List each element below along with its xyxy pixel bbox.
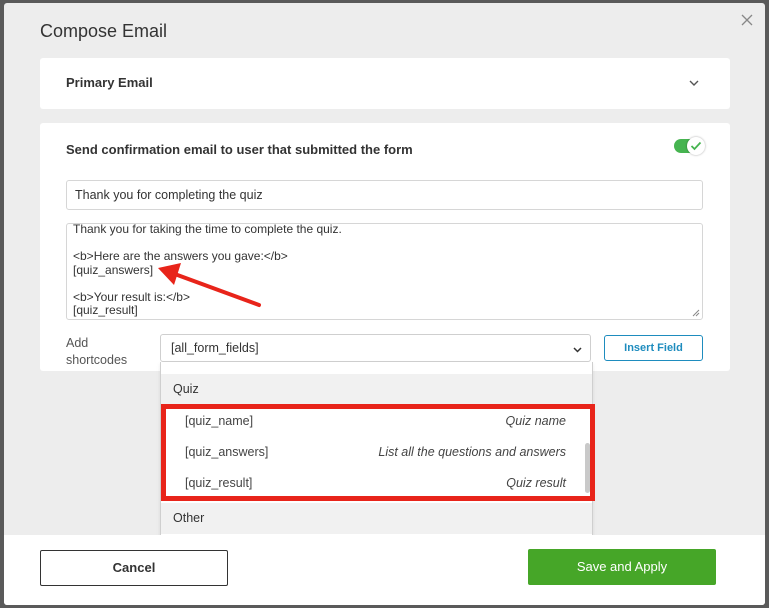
item-description: Quiz name [505,414,566,428]
close-icon[interactable] [739,12,755,28]
dropdown-top-strip [161,362,592,372]
item-description: Quiz result [506,476,566,490]
dropdown-group-other: Other [161,503,592,534]
toggle-knob [687,137,705,155]
body-line: [quiz_answers] [73,262,154,277]
compose-email-dialog: Compose Email Primary Email Send confirm… [4,3,765,605]
confirmation-email-section: Send confirmation email to user that sub… [40,123,730,371]
dropdown-scrollbar[interactable] [585,443,590,493]
resize-grip-icon[interactable] [692,309,700,317]
body-line [73,237,696,251]
item-code: [quiz_result] [185,476,253,490]
body-line: Thank you for taking the time to complet… [73,223,342,236]
shortcodes-label: Add shortcodes [66,336,128,367]
insert-field-button[interactable]: Insert Field [604,335,703,361]
dropdown-item-quiz-name[interactable]: [quiz_name] Quiz name [161,406,586,437]
cancel-button[interactable]: Cancel [40,550,228,586]
email-body-textarea[interactable]: Thank you for taking the time to complet… [66,223,703,320]
body-line [73,277,696,291]
body-line: <b>Your result is:</b> [73,289,190,304]
shortcodes-select[interactable]: [all_form_fields] [160,334,591,362]
primary-email-label: Primary Email [66,75,153,90]
chevron-down-icon[interactable] [688,77,700,89]
item-description: List all the questions and answers [378,445,566,459]
item-code: [quiz_name] [185,414,254,428]
subject-input[interactable] [66,180,703,210]
checkmark-icon [690,141,702,151]
primary-email-section[interactable]: Primary Email [40,58,730,109]
dialog-footer: Cancel Save and Apply [4,535,765,605]
body-line: [quiz_result] [73,303,138,317]
confirmation-toggle[interactable] [674,137,705,155]
dropdown-item-quiz-result[interactable]: [quiz_result] Quiz result [161,468,586,499]
dialog-title: Compose Email [40,21,168,41]
save-and-apply-button[interactable]: Save and Apply [528,549,716,585]
dropdown-item-quiz-answers[interactable]: [quiz_answers] List all the questions an… [161,437,586,468]
body-line: <b>Here are the answers you gave:</b> [73,249,288,263]
chevron-down-icon [573,347,582,353]
item-code: [quiz_answers] [185,445,269,459]
dropdown-group-quiz: Quiz [161,374,592,405]
shortcodes-dropdown-list: Quiz [quiz_name] Quiz name [quiz_answers… [160,362,593,542]
shortcodes-selected-value: [all_form_fields] [171,341,259,355]
confirmation-email-label: Send confirmation email to user that sub… [66,142,413,157]
